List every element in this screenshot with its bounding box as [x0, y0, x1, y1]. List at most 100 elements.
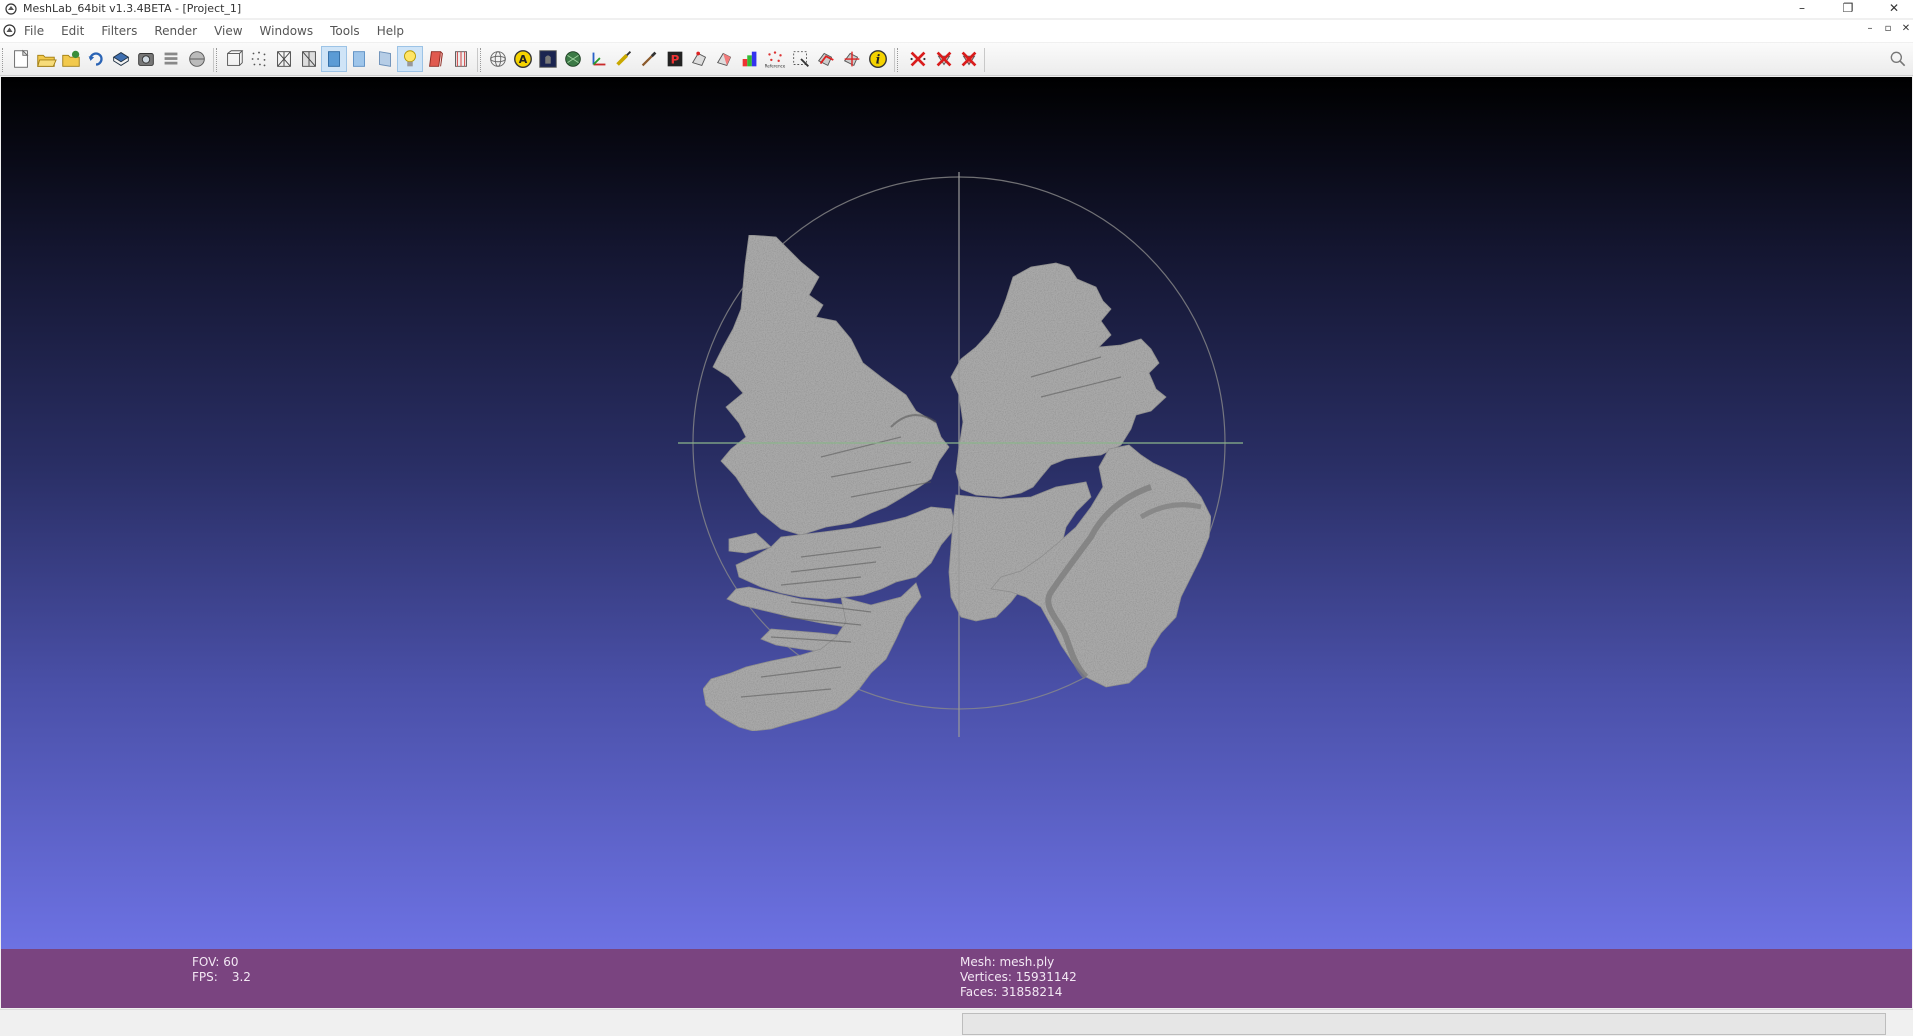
annotation-button[interactable]: A: [510, 46, 536, 72]
select-vertices-button[interactable]: [687, 46, 713, 72]
paint-brush-button[interactable]: [636, 46, 662, 72]
layers-button[interactable]: [158, 46, 184, 72]
double-side-lighting-button[interactable]: [423, 46, 449, 72]
import-mesh-button[interactable]: [58, 46, 84, 72]
menu-file[interactable]: File: [24, 24, 52, 38]
reference-button[interactable]: Reference: [762, 46, 788, 72]
svg-text:P: P: [671, 53, 680, 67]
align-icon: [817, 52, 834, 67]
toolbar-handle[interactable]: [897, 48, 900, 72]
color-sphere-button[interactable]: [560, 46, 586, 72]
mesh-name-label: Mesh: mesh.ply: [960, 955, 1055, 969]
light-button[interactable]: [397, 46, 423, 72]
close-button[interactable]: ✕: [1876, 0, 1912, 16]
measure-tool-icon: [616, 51, 632, 66]
info-bar: FOV: 60 FPS: 3.2 Mesh: mesh.ply Vertices:…: [1, 949, 1912, 1008]
quality-mapper-icon: [742, 51, 757, 67]
bounding-box-button[interactable]: [221, 46, 247, 72]
reload-button[interactable]: [83, 46, 109, 72]
texture-button[interactable]: [372, 46, 398, 72]
info-icon: i: [869, 50, 887, 68]
open-project-icon: [37, 54, 57, 67]
info-button[interactable]: i: [865, 46, 891, 72]
snapshot-icon: [138, 53, 154, 66]
delete-faces-icon: [936, 51, 952, 67]
render-mode-icon: [539, 50, 557, 68]
vertices-count-label: Vertices: 15931142: [960, 970, 1077, 984]
delete-selection-icon: [961, 51, 977, 67]
points-button[interactable]: [246, 46, 272, 72]
menu-filters[interactable]: Filters: [101, 24, 145, 38]
window-title: MeshLab_64bit v1.3.4BETA - [Project_1]: [23, 2, 242, 15]
snapshot-button[interactable]: [133, 46, 159, 72]
menu-edit[interactable]: Edit: [61, 24, 92, 38]
quality-mapper-button[interactable]: [737, 46, 763, 72]
save-icon: [112, 52, 130, 66]
select-vertices-icon: [691, 51, 707, 66]
select-connected-icon: [793, 51, 809, 67]
mdi-controls: – ▫ ✕: [1863, 23, 1913, 34]
svg-text:A: A: [519, 53, 528, 66]
color-sphere-icon: [565, 51, 581, 67]
smooth-shading-button[interactable]: [346, 46, 372, 72]
manipulator-button[interactable]: [839, 46, 865, 72]
menu-view[interactable]: View: [214, 24, 250, 38]
search-button[interactable]: [1885, 46, 1911, 72]
svg-text:Reference: Reference: [765, 63, 786, 68]
import-mesh-icon: [62, 50, 80, 67]
menu-bar: File Edit Filters Render View Windows Tools Hel…: [0, 20, 1913, 42]
mdi-restore-button[interactable]: ▫: [1881, 23, 1895, 34]
fps-label: FPS:: [192, 970, 218, 984]
delete-selection-button[interactable]: [956, 46, 982, 72]
hidden-lines-button[interactable]: [296, 46, 322, 72]
menu-tools[interactable]: Tools: [330, 24, 368, 38]
fancy-lighting-icon: [455, 51, 467, 67]
measure-tool-button[interactable]: [611, 46, 637, 72]
flat-shading-button[interactable]: [321, 46, 347, 72]
flat-shading-icon: [328, 51, 340, 67]
align-button[interactable]: [813, 46, 839, 72]
axes-button[interactable]: [586, 46, 612, 72]
pick-points-button[interactable]: P: [662, 46, 688, 72]
menu-render[interactable]: Render: [154, 24, 205, 38]
toolbar-separator: [984, 48, 985, 72]
title-bar: MeshLab_64bit v1.3.4BETA - [Project_1] –…: [0, 0, 1913, 18]
paint-brush-icon: [641, 51, 657, 67]
save-button[interactable]: [108, 46, 134, 72]
mesh-model: [702, 234, 1212, 732]
raster-button[interactable]: [184, 46, 210, 72]
bounding-box-icon: [227, 50, 244, 66]
wireframe-button[interactable]: [271, 46, 297, 72]
smooth-shading-icon: [353, 51, 365, 67]
faces-count-label: Faces: 31858214: [960, 985, 1063, 999]
3d-viewport[interactable]: [1, 77, 1912, 949]
toolbar-handle[interactable]: [480, 48, 483, 72]
toolbar-handle[interactable]: [216, 48, 219, 72]
select-connected-button[interactable]: [788, 46, 814, 72]
reload-icon: [88, 52, 103, 66]
toolbar-handle[interactable]: [2, 48, 5, 72]
minimize-button[interactable]: –: [1784, 0, 1820, 16]
trackball-icon: [490, 51, 506, 67]
pick-points-icon: P: [667, 51, 683, 67]
trackball-button[interactable]: [485, 46, 511, 72]
menu-windows[interactable]: Windows: [260, 24, 322, 38]
mdi-minimize-button[interactable]: –: [1863, 23, 1877, 34]
delete-vertices-button[interactable]: [905, 46, 931, 72]
toolbar: A P Reference i: [0, 43, 1913, 76]
progress-bar: [962, 1013, 1886, 1035]
status-bar: [0, 1009, 1913, 1036]
select-faces-button[interactable]: [712, 46, 738, 72]
restore-button[interactable]: ❐: [1830, 0, 1866, 16]
delete-faces-button[interactable]: [931, 46, 957, 72]
open-project-button[interactable]: [33, 46, 59, 72]
wireframe-icon: [277, 51, 291, 67]
svg-text:i: i: [876, 53, 881, 67]
reference-icon: Reference: [765, 51, 786, 68]
document-icon[interactable]: [3, 24, 16, 37]
fancy-lighting-button[interactable]: [448, 46, 474, 72]
mdi-close-button[interactable]: ✕: [1899, 23, 1913, 34]
menu-help[interactable]: Help: [377, 24, 412, 38]
render-mode-button[interactable]: [535, 46, 561, 72]
new-project-button[interactable]: [8, 46, 34, 72]
